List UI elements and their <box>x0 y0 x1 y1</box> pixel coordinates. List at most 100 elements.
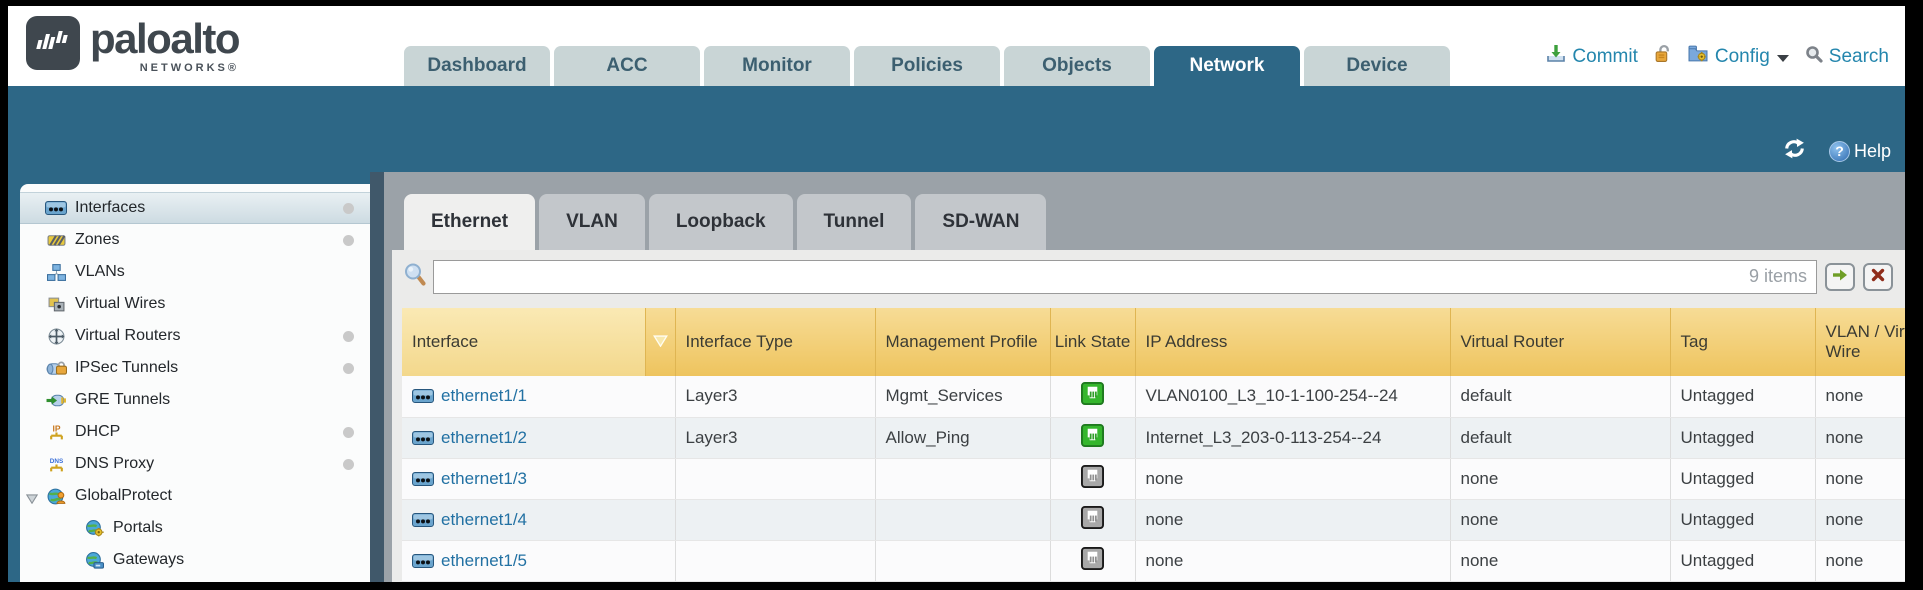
cell-vlan: none <box>1815 499 1905 540</box>
subtab-vlan[interactable]: VLAN <box>539 194 645 250</box>
commit-button[interactable]: Commit <box>1546 44 1637 69</box>
table-row[interactable]: ethernet1/5 <box>402 540 1905 581</box>
link-state-icon <box>1081 506 1104 529</box>
sidebar-item-label: Virtual Routers <box>75 327 181 345</box>
table-row[interactable]: ethernet1/4 <box>402 499 1905 540</box>
cell-interface-type: Layer3 <box>675 417 875 458</box>
cell-ip-address: none <box>1135 499 1450 540</box>
sidebar-item-virtual-routers[interactable]: Virtual Routers <box>20 320 370 352</box>
interface-link[interactable]: ethernet1/5 <box>441 551 527 570</box>
sidebar-item-label: DHCP <box>75 423 120 441</box>
tab-objects[interactable]: Objects <box>1004 46 1150 86</box>
ethernet-port-icon <box>412 472 434 486</box>
sidebar-column: Interfaces Zones <box>8 172 384 582</box>
main-nav: Dashboard ACC Monitor Policies Objects N… <box>404 46 1454 86</box>
tab-dashboard[interactable]: Dashboard <box>404 46 550 86</box>
refresh-icon[interactable] <box>1782 138 1807 164</box>
brand-sub: NETWORKS® <box>140 62 239 74</box>
tab-device[interactable]: Device <box>1304 46 1450 86</box>
cell-link-state <box>1050 458 1135 499</box>
interface-link[interactable]: ethernet1/3 <box>441 469 527 488</box>
dns-proxy-icon: DNS <box>44 456 68 473</box>
table-row[interactable]: ethernet1/1 Layer3 Mgmt_Services <box>402 376 1905 417</box>
help-icon[interactable]: ? <box>1829 141 1850 162</box>
sort-dropdown[interactable] <box>645 308 675 376</box>
tab-monitor[interactable]: Monitor <box>704 46 850 86</box>
tab-acc[interactable]: ACC <box>554 46 700 86</box>
virtual-wires-icon <box>44 297 68 312</box>
item-dot <box>343 203 354 214</box>
column-header-vlan-virtual-wire[interactable]: VLAN / Virtual Wire <box>1815 308 1905 376</box>
cell-vlan: none <box>1815 458 1905 499</box>
search-button[interactable]: Search <box>1805 45 1889 69</box>
column-header-virtual-router[interactable]: Virtual Router <box>1450 308 1670 376</box>
brand-name: paloalto <box>90 16 239 62</box>
table-row[interactable]: ethernet1/3 <box>402 458 1905 499</box>
subtab-sdwan[interactable]: SD-WAN <box>915 194 1046 250</box>
sidebar-item-gateways[interactable]: Gateways <box>20 544 370 576</box>
column-header-link-state[interactable]: Link State <box>1050 308 1135 376</box>
cell-mgmt-profile: Allow_Ping <box>875 417 1050 458</box>
filter-input[interactable] <box>433 260 1817 294</box>
filter-bar: 9 items <box>392 250 1905 304</box>
ipsec-tunnels-icon <box>44 361 68 376</box>
column-header-interface[interactable]: Interface <box>402 308 645 376</box>
column-header-ip-address[interactable]: IP Address <box>1135 308 1450 376</box>
lock-button[interactable] <box>1654 44 1671 69</box>
cell-interface-type <box>675 458 875 499</box>
ethernet-port-icon <box>412 431 434 445</box>
paloalto-logo: paloalto NETWORKS® <box>26 16 239 74</box>
paloalto-logo-icon <box>26 16 80 70</box>
ethernet-panel: 9 items <box>392 250 1905 582</box>
clear-filter-button[interactable] <box>1863 263 1893 291</box>
cell-mgmt-profile <box>875 540 1050 581</box>
column-header-management-profile[interactable]: Management Profile <box>875 308 1050 376</box>
cell-vlan: none <box>1815 417 1905 458</box>
content-area: Ethernet VLAN Loopback Tunnel SD-WAN <box>384 172 1905 582</box>
interface-link[interactable]: ethernet1/4 <box>441 510 527 529</box>
config-label: Config <box>1715 46 1770 68</box>
interface-link[interactable]: ethernet1/2 <box>441 428 527 447</box>
tab-network[interactable]: Network <box>1154 46 1300 86</box>
item-dot <box>343 331 354 342</box>
sidebar-item-zones[interactable]: Zones <box>20 224 370 256</box>
sidebar-item-globalprotect[interactable]: GlobalProtect <box>20 480 370 512</box>
expander-triangle-icon[interactable] <box>26 491 38 509</box>
help-label[interactable]: Help <box>1854 141 1891 162</box>
cell-ip-address: none <box>1135 458 1450 499</box>
sidebar-item-label: Virtual Wires <box>75 295 165 313</box>
sidebar-item-portals[interactable]: Portals <box>20 512 370 544</box>
sidebar-item-dns-proxy[interactable]: DNS DNS Proxy <box>20 448 370 480</box>
subtab-loopback[interactable]: Loopback <box>649 194 793 250</box>
cell-mgmt-profile <box>875 499 1050 540</box>
tab-policies[interactable]: Policies <box>854 46 1000 86</box>
sidebar-item-dhcp[interactable]: IP DHCP <box>20 416 370 448</box>
config-dropdown[interactable]: Config <box>1687 44 1789 69</box>
subtab-ethernet[interactable]: Ethernet <box>404 194 535 250</box>
apply-filter-button[interactable] <box>1825 263 1855 291</box>
cell-virtual-router: none <box>1450 540 1670 581</box>
cell-link-state <box>1050 417 1135 458</box>
ethernet-port-icon <box>44 201 68 215</box>
sidebar-item-ipsec-tunnels[interactable]: IPSec Tunnels <box>20 352 370 384</box>
svg-text:IP: IP <box>52 424 60 433</box>
subtab-tunnel[interactable]: Tunnel <box>797 194 912 250</box>
sidebar-item-gre-tunnels[interactable]: GRE Tunnels <box>20 384 370 416</box>
cell-ip-address: Internet_L3_203-0-113-254--24 <box>1135 417 1450 458</box>
sidebar-item-label: DNS Proxy <box>75 455 154 473</box>
gateways-icon <box>82 552 106 569</box>
gre-tunnels-icon <box>44 393 68 408</box>
interface-link[interactable]: ethernet1/1 <box>441 386 527 405</box>
sidebar-item-virtual-wires[interactable]: Virtual Wires <box>20 288 370 320</box>
sidebar-item-label: GRE Tunnels <box>75 391 170 409</box>
sidebar-item-label: VLANs <box>75 263 125 281</box>
column-header-tag[interactable]: Tag <box>1670 308 1815 376</box>
cell-virtual-router: default <box>1450 376 1670 417</box>
portals-icon <box>82 520 106 537</box>
table-row[interactable]: ethernet1/2 Layer3 Allow_Ping <box>402 417 1905 458</box>
cell-link-state <box>1050 540 1135 581</box>
sidebar-item-interfaces[interactable]: Interfaces <box>20 192 370 224</box>
sidebar-item-vlans[interactable]: VLANs <box>20 256 370 288</box>
ethernet-port-icon <box>412 389 434 403</box>
column-header-interface-type[interactable]: Interface Type <box>675 308 875 376</box>
